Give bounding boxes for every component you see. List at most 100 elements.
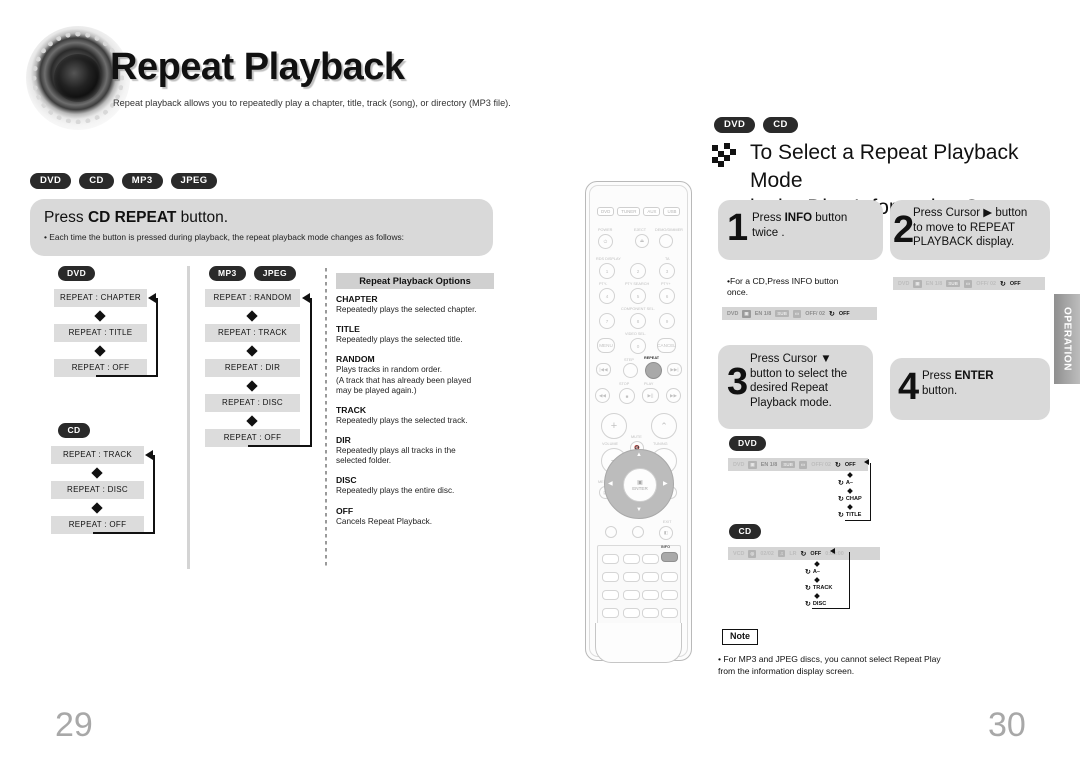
remote-label-mute: MUTE xyxy=(631,435,642,439)
instruction-bold: CD REPEAT xyxy=(87,209,177,226)
remote-forward-button[interactable]: ▶▶ xyxy=(666,388,681,403)
osd3-disc-label: DVD xyxy=(733,461,745,468)
remote-grid-cell-10[interactable] xyxy=(623,590,640,600)
page-title: Repeat Playback xyxy=(110,46,405,88)
remote-grid-cell-8[interactable] xyxy=(661,572,678,582)
step-3-text: Press Cursor ▼ button to select the desire… xyxy=(750,353,848,410)
remote-label-video-sel: VIDEO SEL. xyxy=(625,332,647,336)
option-term-disc: DISC xyxy=(336,475,357,486)
osd-subtitle-icon: SUB xyxy=(775,310,789,317)
remote-key-7[interactable]: 7 xyxy=(599,313,615,329)
osd-angle-icon: ▭ xyxy=(792,309,802,318)
osd4-audio-icon: ♫ xyxy=(777,550,786,557)
osd2-subtitle-icon: SUB xyxy=(946,280,960,287)
osd-audio-icon: ▣ xyxy=(742,309,751,318)
remote-key-3[interactable]: 3 xyxy=(659,263,675,279)
osd2-angle-label: OFF/ 02 xyxy=(976,280,997,287)
remote-key-8[interactable]: 8 xyxy=(630,313,646,329)
remote-label-volume: VOLUME xyxy=(602,442,619,446)
remote-grid-cell-1[interactable] xyxy=(602,554,619,564)
remote-step-button[interactable] xyxy=(623,363,638,378)
remote-audio-button[interactable] xyxy=(632,526,644,538)
flow-cd-badge-right: CD xyxy=(729,524,761,539)
remote-key-6[interactable]: 6 xyxy=(659,288,675,304)
step-1-text: Press INFO button twice . xyxy=(752,212,848,239)
dpad-left-icon[interactable]: ◀ xyxy=(608,480,613,487)
option-term-dir: DIR xyxy=(336,435,351,446)
option-def-title: Repeatedly plays the selected title. xyxy=(336,335,463,345)
osd-angle-label: OFF/ 02 xyxy=(805,310,826,317)
remote-key-5[interactable]: 5 xyxy=(630,288,646,304)
remote-key-4[interactable]: 4 xyxy=(599,288,615,304)
option-def-random: Plays tracks in random order. (A track t… xyxy=(336,365,472,395)
remote-exit-button[interactable]: ◧ xyxy=(659,526,673,540)
remote-grid-cell-15[interactable] xyxy=(642,608,659,618)
remote-label-ta: TA xyxy=(665,257,670,261)
remote-subtitle-button[interactable] xyxy=(605,526,617,538)
remote-dpad[interactable]: ▲ ◀ ▶ ▼ ▣ ENTER xyxy=(604,449,674,519)
remote-eject-button[interactable]: ⏏ xyxy=(635,234,649,248)
flow-loop-arrow-cd xyxy=(145,450,153,460)
dpad-up-icon[interactable]: ▲ xyxy=(636,452,642,458)
remote-grid-cell-3[interactable] xyxy=(642,554,659,564)
remote-label-demo: DEMO/DIMMER xyxy=(655,228,683,232)
remote-label-pty-plus: PTY+ xyxy=(661,282,671,286)
remote-rewind-button[interactable]: ◀◀ xyxy=(595,388,610,403)
remote-grid-cell-2[interactable] xyxy=(623,554,640,564)
operation-tab[interactable]: OPERATION xyxy=(1054,294,1080,384)
remote-cancel-button[interactable]: CANCEL xyxy=(657,338,676,353)
step-2-text: Press Cursor ▶ button to move to REPEAT PL… xyxy=(913,207,1028,249)
remote-grid-cell-11[interactable] xyxy=(642,590,659,600)
section-title-line-1: To Select a Repeat Playback Mode xyxy=(750,141,1019,192)
option-def-dir: Repeatedly plays all tracks in the selec… xyxy=(336,446,456,466)
dpad-down-icon[interactable]: ▼ xyxy=(636,507,642,513)
remote-key-0[interactable]: 0 xyxy=(630,338,646,354)
remote-grid-cell-13[interactable] xyxy=(602,608,619,618)
remote-grid-cell-5[interactable] xyxy=(602,572,619,582)
remote-tag-dvd[interactable]: DVD xyxy=(597,207,615,217)
osd-disc-label: DVD xyxy=(727,310,739,317)
remote-stop-button[interactable]: ■ xyxy=(619,388,635,404)
remote-grid-cell-14[interactable] xyxy=(623,608,640,618)
remote-label-repeat: REPEAT xyxy=(644,356,660,360)
remote-play-pause-button[interactable]: ▶|| xyxy=(642,388,659,403)
osd4-track-icon: ◎ xyxy=(748,549,757,558)
remote-prev-button[interactable]: |◀◀ xyxy=(596,363,611,376)
remote-grid-cell-16[interactable] xyxy=(661,608,678,618)
flow-mp3-badges: MP3 JPEG xyxy=(209,266,296,281)
dvd-flow-repeat-icon-4: ↻ xyxy=(838,512,844,519)
remote-next-button[interactable]: ▶▶| xyxy=(667,363,682,376)
diagram-divider-2 xyxy=(325,268,327,568)
osd3-audio-label: EN 1/8 xyxy=(760,461,778,468)
remote-info-button[interactable] xyxy=(661,552,678,562)
remote-key-9[interactable]: 9 xyxy=(659,313,675,329)
option-def-disc: Repeatedly plays the entire disc. xyxy=(336,486,455,496)
osd2-disc-label: DVD xyxy=(898,280,910,287)
remote-power-button[interactable]: ⏻ xyxy=(598,234,613,249)
remote-tag-usb[interactable]: USB xyxy=(663,207,681,217)
instruction-title: Press CD REPEAT button. xyxy=(44,209,228,227)
option-term-chapter: CHAPTER xyxy=(336,294,378,304)
remote-menu-button[interactable]: MENU xyxy=(597,338,615,353)
flow-dvd-badges: DVD xyxy=(58,266,96,281)
remote-tag-aux[interactable]: AUX xyxy=(643,207,661,217)
remote-grid-cell-7[interactable] xyxy=(642,572,659,582)
osd3-repeat-icon: ↻ xyxy=(835,461,841,469)
step-4-number: 4 xyxy=(898,366,920,408)
flow-loop-mp3 xyxy=(248,298,312,447)
badge-cd: CD xyxy=(79,173,114,189)
remote-tag-tuner[interactable]: TUNER xyxy=(617,207,641,217)
remote-grid-cell-9[interactable] xyxy=(602,590,619,600)
flow-dvd-badge-right: DVD xyxy=(729,436,767,451)
remote-volume-up-button[interactable]: + xyxy=(601,413,627,439)
remote-enter-button[interactable]: ▣ ENTER xyxy=(623,468,657,502)
badge-dvd-right-flow: DVD xyxy=(729,436,767,451)
remote-grid-cell-6[interactable] xyxy=(623,572,640,582)
remote-key-1[interactable]: 1 xyxy=(599,263,615,279)
remote-key-2[interactable]: 2 xyxy=(630,263,646,279)
remote-demo-button[interactable] xyxy=(659,234,673,248)
remote-grid-cell-12[interactable] xyxy=(661,590,678,600)
dpad-right-icon[interactable]: ▶ xyxy=(663,480,668,487)
remote-repeat-button[interactable] xyxy=(645,362,662,379)
remote-tuning-up-button[interactable]: ⌃ xyxy=(651,413,677,439)
